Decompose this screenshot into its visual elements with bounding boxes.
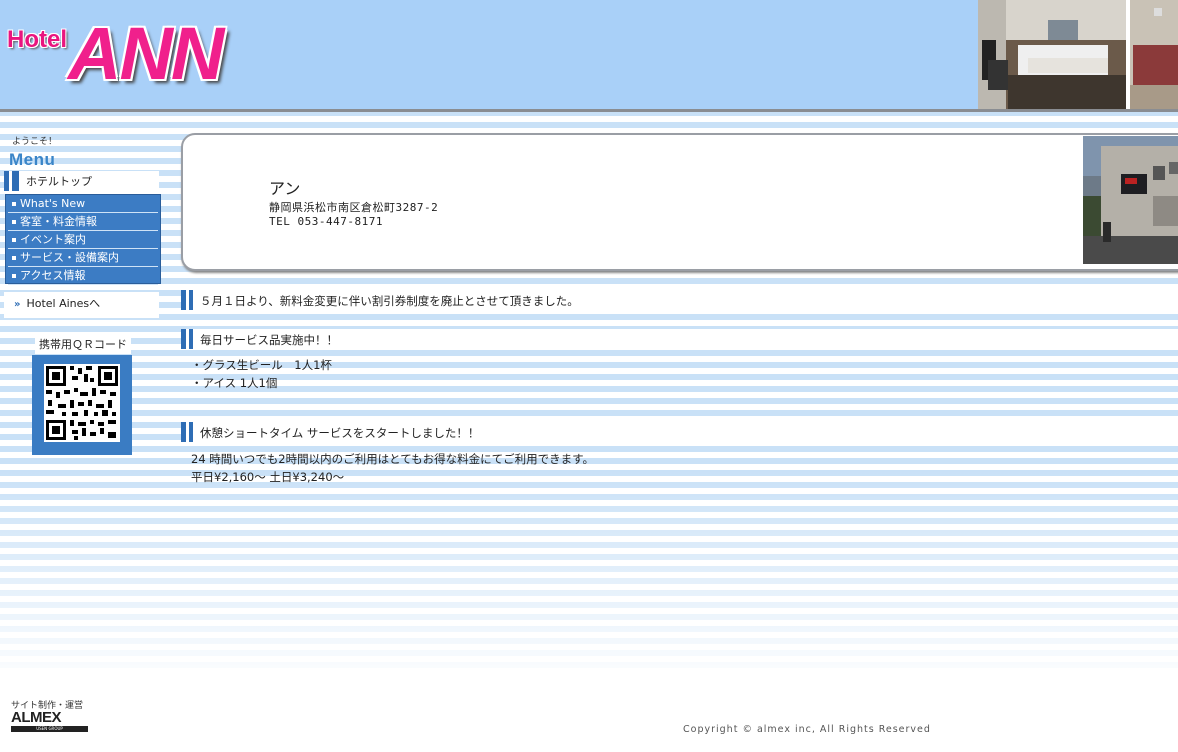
logo-hotel-text[interactable]: Hotel xyxy=(7,26,67,54)
bar-marker xyxy=(189,422,193,442)
sidebar-item-label: アクセス情報 xyxy=(20,269,86,282)
sidebar-item-label: サービス・設備案内 xyxy=(20,251,119,264)
notice-header: ５月１日より、新料金変更に伴い割引券制度を廃止とさせて頂きました。 xyxy=(181,290,1178,310)
hotel-phone: TEL 053-447-8171 xyxy=(269,215,383,228)
hotel-aines-link[interactable]: » Hotel Ainesへ xyxy=(4,292,159,318)
square-bullet-icon xyxy=(12,202,16,206)
double-chevron-right-icon: » xyxy=(14,299,21,310)
sidebar-item-services[interactable]: サービス・設備案内 xyxy=(8,250,158,267)
sidebar-item-label: ホテルトップ xyxy=(26,175,92,188)
square-bullet-icon xyxy=(12,274,16,278)
sidebar-menu-list: What's New 客室・料金情報 イベント案内 サービス・設備案内 アクセス… xyxy=(5,194,161,285)
body-line: ・アイス 1人1個 xyxy=(191,376,278,390)
bar-marker xyxy=(181,329,186,349)
bar-marker xyxy=(181,422,186,442)
site-header: Hotel ANN xyxy=(0,0,1178,112)
copyright-text: Copyright © almex inc, All Rights Reserv… xyxy=(683,724,931,735)
sidebar-item-whats-new[interactable]: What's New xyxy=(8,196,158,213)
building-photo xyxy=(1083,136,1178,264)
sidebar-item-rooms-prices[interactable]: 客室・料金情報 xyxy=(8,214,158,231)
daily-service-header: 毎日サービス品実施中！！ xyxy=(181,329,1178,349)
sidebar-item-hotel-top[interactable]: ホテルトップ xyxy=(4,171,159,191)
body-line: ・グラス生ビール 1人1杯 xyxy=(191,358,332,372)
qr-label: 携帯用ＱＲコード xyxy=(35,336,131,354)
almex-logo[interactable]: サイト制作・運営 ALMEX USEN GROUP xyxy=(11,698,91,738)
bar-marker xyxy=(189,290,193,310)
body-line: 平日¥2,160～ 土日¥3,240～ xyxy=(191,470,345,484)
square-bullet-icon xyxy=(12,256,16,260)
short-time-body: 24 時間いつでも2時間以内のご利用はとてもお得な料金にてご利用できます。 平日… xyxy=(191,450,594,486)
square-bullet-icon xyxy=(12,220,16,224)
qr-code xyxy=(32,355,132,455)
menu-title: Menu xyxy=(9,150,56,169)
sidebar-item-label: What's New xyxy=(20,197,86,210)
link-label: Hotel Ainesへ xyxy=(26,297,101,310)
short-time-header: 休憩ショートタイム サービスをスタートしました！！ xyxy=(181,422,1178,442)
logo-ann-text[interactable]: ANN xyxy=(68,14,224,94)
sidebar-item-label: 客室・料金情報 xyxy=(20,215,97,228)
sidebar-item-events[interactable]: イベント案内 xyxy=(8,232,158,249)
welcome-text: ようこそ！ xyxy=(12,137,58,147)
operator-sub-text: USEN GROUP xyxy=(11,726,88,732)
bar-marker xyxy=(189,329,193,349)
section-title: 休憩ショートタイム サービスをスタートしました！！ xyxy=(200,426,480,440)
section-title: ５月１日より、新料金変更に伴い割引券制度を廃止とさせて頂きました。 xyxy=(200,294,579,308)
daily-service-body: ・グラス生ビール 1人1杯 ・アイス 1人1個 xyxy=(191,356,332,392)
hotel-name: アン xyxy=(269,179,301,198)
hotel-info-card: アン 静岡県浜松市南区倉松町3287-2 TEL 053-447-8171 xyxy=(181,133,1178,271)
room-photo xyxy=(978,0,1178,109)
hotel-address: 静岡県浜松市南区倉松町3287-2 xyxy=(269,201,439,214)
sidebar-item-access[interactable]: アクセス情報 xyxy=(8,268,158,285)
body-line: 24 時間いつでも2時間以内のご利用はとてもお得な料金にてご利用できます。 xyxy=(191,452,595,466)
section-title: 毎日サービス品実施中！！ xyxy=(200,333,338,347)
bar-marker xyxy=(181,290,186,310)
square-bullet-icon xyxy=(12,238,16,242)
bar-marker xyxy=(4,171,9,191)
bar-marker xyxy=(12,171,19,191)
sidebar-item-label: イベント案内 xyxy=(20,233,86,246)
operator-logo-text: ALMEX xyxy=(11,709,62,726)
background-fade xyxy=(0,470,1178,690)
